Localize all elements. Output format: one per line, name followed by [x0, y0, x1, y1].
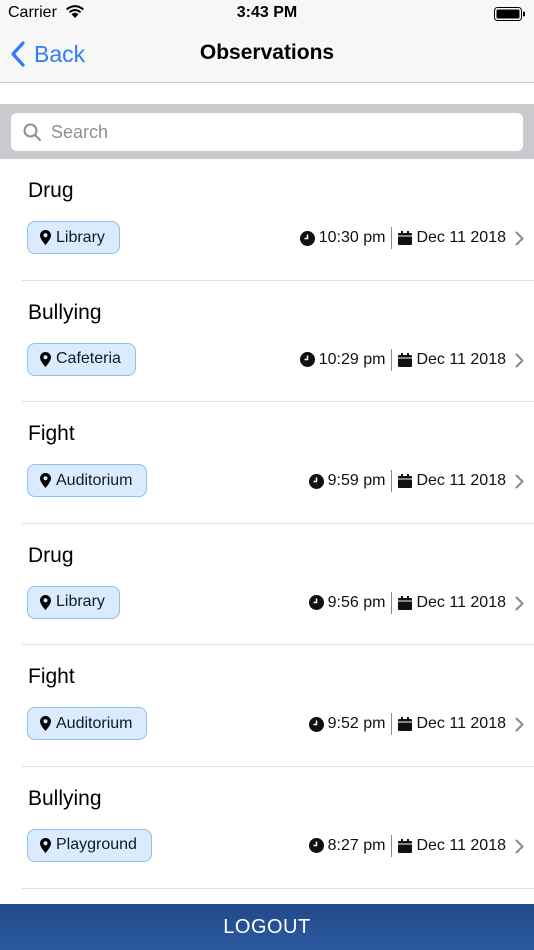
list-item[interactable]: Fight Auditorium 9:52 pm Dec 11 2018 [0, 645, 534, 767]
location-label: Auditorium [56, 471, 133, 489]
location-label: Auditorium [56, 714, 133, 732]
location-badge: Library [27, 585, 120, 619]
location-pin-icon [40, 594, 51, 610]
clock-icon [308, 473, 324, 489]
observation-type: Fight [28, 665, 75, 689]
meta-divider [391, 834, 393, 857]
observation-type: Drug [28, 179, 74, 202]
observation-date: Dec 11 2018 [416, 593, 506, 611]
observation-type: Bullying [28, 300, 102, 324]
observation-time: 8:27 pm [327, 836, 386, 854]
meta-divider [391, 348, 393, 371]
search-field[interactable] [11, 113, 523, 151]
location-badge: Playground [27, 828, 152, 862]
navigation-bar: Back Observations [0, 26, 534, 83]
clock: 3:43 PM [236, 4, 298, 21]
observation-time: 10:30 pm [318, 229, 386, 246]
clock-icon [299, 352, 315, 368]
chevron-right-icon [515, 596, 524, 611]
observation-time: 9:59 pm [327, 472, 386, 490]
observation-type: Bullying [28, 786, 102, 810]
observation-date: Dec 11 2018 [416, 350, 506, 368]
status-bar: Carrier 3:43 PM [0, 0, 534, 26]
page-title: Observations [199, 41, 335, 64]
location-pin-icon [40, 837, 51, 853]
location-label: Playground [56, 836, 137, 854]
location-pin-icon [40, 716, 51, 732]
chevron-right-icon [515, 839, 524, 854]
calendar-icon [398, 352, 413, 367]
search-icon [23, 123, 41, 141]
calendar-icon [398, 717, 413, 732]
list-item[interactable]: Bullying Cafeteria 10:29 pm Dec 11 2018 [0, 281, 534, 403]
location-pin-icon [40, 473, 51, 489]
clock-icon [299, 230, 315, 246]
observation-date: Dec 11 2018 [416, 715, 506, 733]
list-item[interactable]: Fight Auditorium 9:59 pm Dec 11 2018 [0, 402, 534, 524]
observation-time: 9:52 pm [327, 715, 386, 733]
observation-meta: 10:29 pm Dec 11 2018 [299, 348, 506, 372]
calendar-icon [398, 474, 413, 489]
observations-list: Drug Library 10:30 pm Dec 11 2018 Bullyi… [0, 159, 534, 904]
chevron-right-icon [515, 474, 524, 489]
chevron-right-icon [515, 717, 524, 732]
observation-time: 9:56 pm [327, 593, 386, 611]
observation-meta: 9:56 pm Dec 11 2018 [308, 591, 506, 615]
row-divider [22, 887, 534, 889]
clock-icon [308, 716, 324, 732]
search-input[interactable] [51, 121, 491, 143]
meta-divider [391, 470, 393, 493]
calendar-icon [398, 231, 413, 245]
list-item[interactable]: Bullying Playground 8:27 pm Dec 11 2018 [0, 767, 534, 889]
location-pin-icon [40, 230, 51, 245]
location-label: Library [56, 228, 105, 246]
meta-divider [391, 227, 393, 249]
observation-meta: 8:27 pm Dec 11 2018 [308, 834, 506, 858]
observation-meta: 10:30 pm Dec 11 2018 [299, 226, 506, 250]
location-pin-icon [40, 351, 51, 367]
location-badge: Auditorium [27, 707, 148, 741]
observation-date: Dec 11 2018 [416, 472, 506, 490]
calendar-icon [398, 838, 413, 853]
battery-icon [494, 7, 526, 21]
location-badge: Auditorium [27, 464, 148, 498]
location-label: Library [56, 593, 105, 611]
chevron-right-icon [515, 231, 524, 246]
observation-date: Dec 11 2018 [416, 836, 506, 854]
search-bar [0, 104, 534, 159]
observation-type: Drug [28, 543, 74, 567]
location-badge: Cafeteria [27, 342, 136, 376]
location-badge: Library [27, 221, 120, 254]
calendar-icon [398, 595, 413, 610]
location-label: Cafeteria [56, 350, 121, 368]
list-item[interactable]: Drug Library 9:56 pm Dec 11 2018 [0, 524, 534, 646]
observation-date: Dec 11 2018 [416, 229, 506, 246]
clock-icon [308, 595, 324, 611]
logout-button[interactable]: LOGOUT [0, 904, 534, 950]
observation-time: 10:29 pm [318, 350, 386, 368]
observation-type: Fight [28, 422, 75, 446]
chevron-right-icon [515, 353, 524, 368]
clock-icon [308, 838, 324, 854]
meta-divider [391, 591, 393, 614]
observation-meta: 9:59 pm Dec 11 2018 [308, 469, 506, 493]
observation-meta: 9:52 pm Dec 11 2018 [308, 712, 506, 736]
meta-divider [391, 713, 393, 736]
list-item[interactable]: Drug Library 10:30 pm Dec 11 2018 [0, 159, 534, 281]
